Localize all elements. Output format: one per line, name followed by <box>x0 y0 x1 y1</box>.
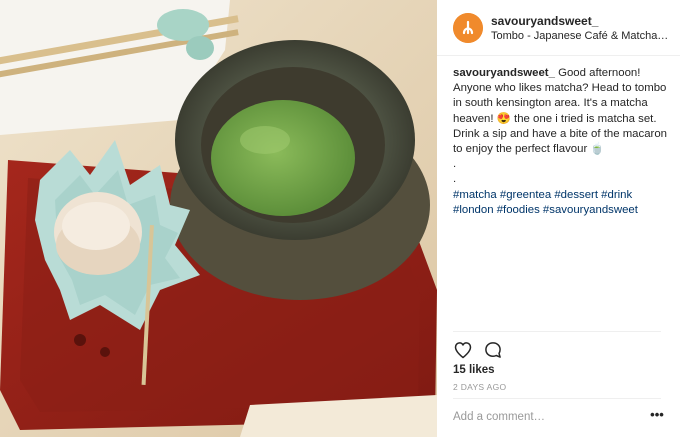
more-options-button[interactable]: ••• <box>648 408 666 426</box>
post-header: savouryandsweet_ Tombo - Japanese Café &… <box>437 0 680 56</box>
comment-input[interactable] <box>453 408 633 426</box>
avatar[interactable] <box>453 13 483 43</box>
like-button[interactable] <box>453 340 473 360</box>
caption-username[interactable]: savouryandsweet_ <box>453 67 555 79</box>
post-location[interactable]: Tombo - Japanese Café & Matcha… <box>491 30 669 42</box>
post-caption: savouryandsweet_ Good afternoon! Anyone … <box>453 66 669 218</box>
brand-logo-icon <box>453 13 483 43</box>
heart-outline-icon <box>454 342 472 359</box>
comment-button[interactable] <box>483 340 503 360</box>
caption-dot-2: . <box>453 173 457 186</box>
matcha-set-photo <box>0 0 437 437</box>
post-side-panel: savouryandsweet_ Tombo - Japanese Café &… <box>437 0 680 437</box>
likes-count[interactable]: 15 likes <box>453 364 495 376</box>
speech-bubble-icon <box>485 342 501 358</box>
caption-dot-1: . <box>453 158 457 171</box>
post-timestamp[interactable]: 2 DAYS AGO <box>453 382 506 392</box>
post-author-username[interactable]: savouryandsweet_ <box>491 14 598 28</box>
comment-divider <box>453 398 661 399</box>
post-photo[interactable] <box>0 0 437 437</box>
caption-hashtags[interactable]: #matcha #greentea #dessert #drink #londo… <box>453 189 638 216</box>
caption-text: Good afternoon! Anyone who likes matcha?… <box>453 67 668 156</box>
actions-divider <box>453 331 661 332</box>
